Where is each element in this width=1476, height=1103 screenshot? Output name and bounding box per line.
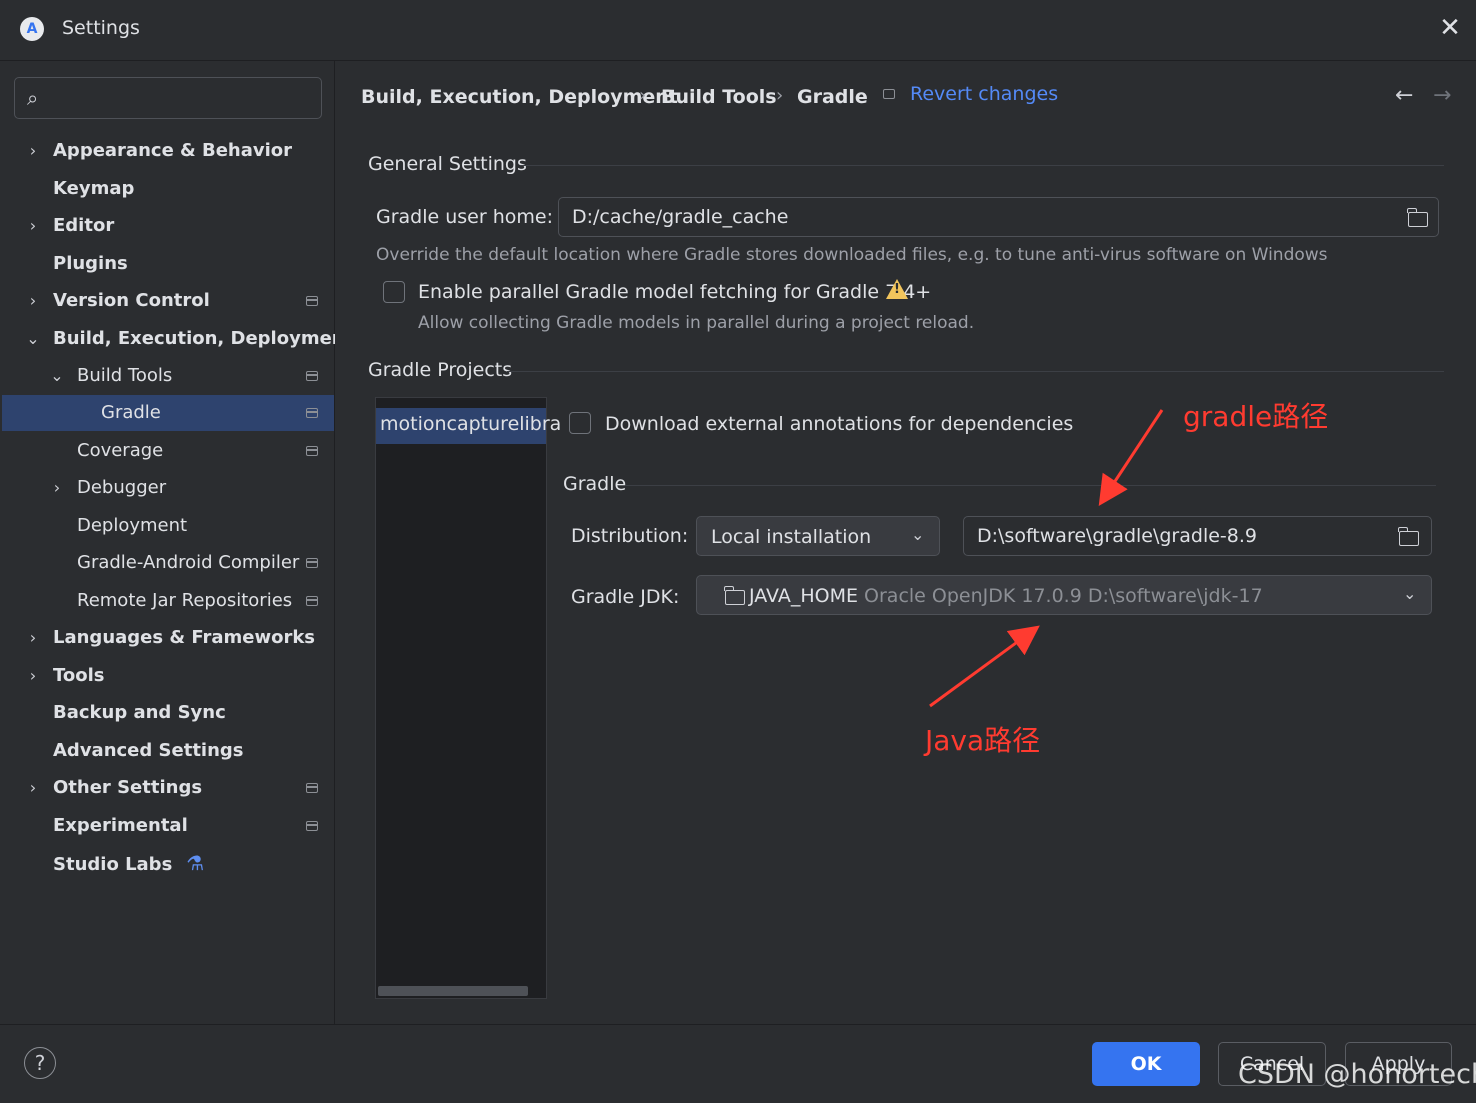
sidebar-item-label: Tools xyxy=(53,665,105,686)
sidebar-item-other-settings[interactable]: › Other Settings xyxy=(2,770,334,806)
java-path-arrow xyxy=(929,625,1040,708)
chevron-right-icon: › xyxy=(29,291,37,310)
settings-sidebar: ⌕ › Appearance & Behavior Keymap › Edito… xyxy=(0,61,353,1024)
project-scope-icon xyxy=(306,596,318,606)
dialog-footer: ? OK Cancel Apply CSDN @honortech xyxy=(0,1024,1476,1103)
sidebar-item-backup-sync[interactable]: Backup and Sync xyxy=(2,695,334,731)
gradle-path-arrow xyxy=(1098,409,1164,507)
project-scope-icon xyxy=(306,446,318,456)
sidebar-item-build-tools[interactable]: ⌄ Build Tools xyxy=(2,358,334,394)
sidebar-item-label: Keymap xyxy=(53,178,135,199)
ok-button[interactable]: OK xyxy=(1092,1042,1200,1086)
title-bar: A Settings ✕ xyxy=(0,0,1476,61)
chevron-right-icon: › xyxy=(29,778,37,797)
sidebar-item-version-control[interactable]: › Version Control xyxy=(2,283,334,319)
sidebar-item-label: Advanced Settings xyxy=(53,740,244,761)
project-scope-icon xyxy=(306,558,318,568)
project-scope-icon xyxy=(306,821,318,831)
chevron-right-icon: › xyxy=(29,216,37,235)
sidebar-item-studio-labs[interactable]: Studio Labs ⚗ xyxy=(2,845,334,881)
sidebar-item-label: Remote Jar Repositories xyxy=(77,590,293,611)
chevron-down-icon: ⌄ xyxy=(26,329,40,348)
sidebar-item-remote-jar-repositories[interactable]: Remote Jar Repositories xyxy=(2,583,334,619)
project-scope-icon xyxy=(306,408,318,418)
sidebar-item-deployment[interactable]: Deployment xyxy=(2,508,334,544)
sidebar-item-label: Appearance & Behavior xyxy=(53,140,293,161)
window-title: Settings xyxy=(62,17,140,39)
sidebar-item-gradle[interactable]: Gradle xyxy=(2,395,334,431)
project-scope-icon xyxy=(306,296,318,306)
sidebar-item-label: Deployment xyxy=(77,515,188,536)
settings-content: Build, Execution, Deployment › Build Too… xyxy=(335,61,1476,1024)
close-icon[interactable]: ✕ xyxy=(1436,14,1464,42)
sidebar-item-editor[interactable]: › Editor xyxy=(2,208,334,244)
help-icon[interactable]: ? xyxy=(24,1047,56,1079)
chevron-down-icon: ⌄ xyxy=(50,366,64,385)
sidebar-item-label: Gradle xyxy=(101,402,161,423)
sidebar-item-label: Other Settings xyxy=(53,777,203,798)
sidebar-item-languages-frameworks[interactable]: › Languages & Frameworks xyxy=(2,620,334,656)
watermark: CSDN @honortech xyxy=(1238,1059,1476,1090)
sidebar-item-debugger[interactable]: › Debugger xyxy=(2,470,334,506)
chevron-right-icon: › xyxy=(53,478,61,497)
sidebar-item-tools[interactable]: › Tools xyxy=(2,658,334,694)
sidebar-item-coverage[interactable]: Coverage xyxy=(2,433,334,469)
sidebar-item-label: Version Control xyxy=(53,290,210,311)
sidebar-item-label: Plugins xyxy=(53,253,128,274)
chevron-right-icon: › xyxy=(29,666,37,685)
search-icon: ⌕ xyxy=(27,86,39,110)
sidebar-item-build-execution-deployment[interactable]: ⌄ Build, Execution, Deployment xyxy=(2,321,353,357)
chevron-right-icon: › xyxy=(29,628,37,647)
sidebar-item-label: Build, Execution, Deployment xyxy=(53,328,354,349)
sidebar-item-label: Coverage xyxy=(77,440,164,461)
android-studio-icon: A xyxy=(20,17,44,41)
annotation-arrows xyxy=(929,409,1164,708)
sidebar-item-advanced-settings[interactable]: Advanced Settings xyxy=(2,733,334,769)
sidebar-item-gradle-android-compiler[interactable]: Gradle-Android Compiler xyxy=(2,545,334,581)
sidebar-item-label: Editor xyxy=(53,215,115,236)
flask-icon: ⚗ xyxy=(186,851,205,875)
sidebar-item-label: Experimental xyxy=(53,815,188,836)
sidebar-item-plugins[interactable]: Plugins xyxy=(2,246,334,282)
sidebar-item-label: Studio Labs xyxy=(53,854,173,875)
sidebar-item-label: Debugger xyxy=(77,477,167,498)
project-scope-icon xyxy=(306,783,318,793)
chevron-right-icon: › xyxy=(29,141,37,160)
sidebar-item-label: Build Tools xyxy=(77,365,173,386)
sidebar-item-keymap[interactable]: Keymap xyxy=(2,171,334,207)
gradle-path-annotation: gradle路径 xyxy=(1183,400,1329,433)
sidebar-item-label: Gradle-Android Compiler xyxy=(77,552,300,573)
sidebar-item-appearance-behavior[interactable]: › Appearance & Behavior xyxy=(2,133,334,169)
sidebar-item-label-wrap: Studio Labs ⚗ xyxy=(53,845,204,883)
sidebar-item-label: Languages & Frameworks xyxy=(53,627,316,648)
sidebar-item-experimental[interactable]: Experimental xyxy=(2,808,334,844)
sidebar-item-label: Backup and Sync xyxy=(53,702,226,723)
search-input[interactable]: ⌕ xyxy=(14,77,322,119)
project-scope-icon xyxy=(306,371,318,381)
java-path-annotation: Java路径 xyxy=(925,724,1041,757)
